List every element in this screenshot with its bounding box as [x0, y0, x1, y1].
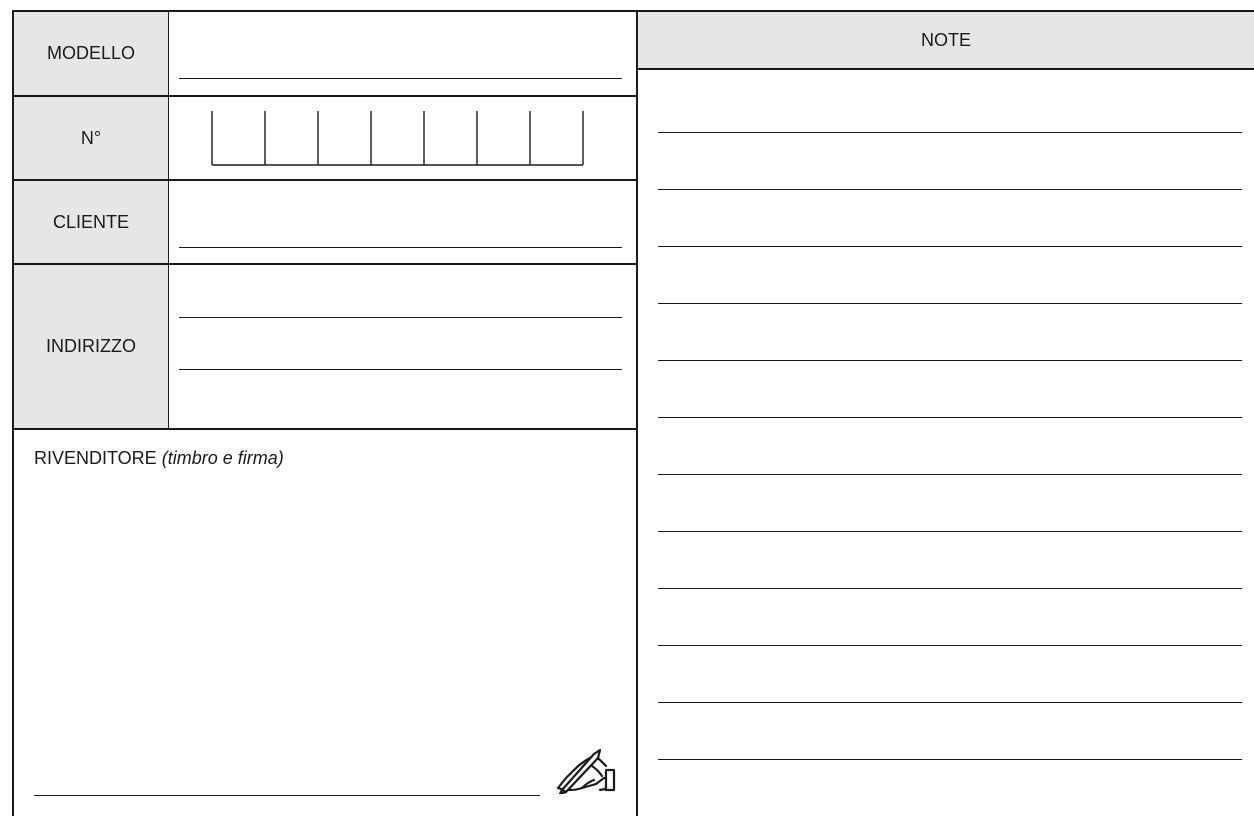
rivenditore-box[interactable]: RIVENDITORE (timbro e firma) — [12, 428, 638, 816]
serial-number-boxes[interactable] — [211, 109, 587, 167]
rivenditore-label: RIVENDITORE — [34, 448, 157, 468]
numero-label-cell: N° — [12, 95, 169, 181]
modello-line — [179, 78, 622, 79]
note-line — [658, 303, 1242, 304]
note-line — [658, 417, 1242, 418]
rivenditore-hint: (timbro e firma) — [161, 448, 284, 468]
note-line — [658, 531, 1242, 532]
note-line — [658, 702, 1242, 703]
note-line — [658, 645, 1242, 646]
notes-title: NOTE — [920, 29, 971, 50]
modello-field[interactable] — [168, 10, 638, 97]
indirizzo-line-2 — [179, 369, 622, 370]
rivenditore-label-row: RIVENDITORE (timbro e firma) — [34, 448, 284, 469]
note-line — [658, 759, 1242, 760]
modello-label: MODELLO — [46, 43, 136, 63]
signature-line — [34, 795, 540, 796]
note-line — [658, 360, 1242, 361]
indirizzo-field[interactable] — [168, 263, 638, 430]
note-line — [658, 588, 1242, 589]
numero-label: N° — [80, 127, 102, 148]
numero-field[interactable] — [168, 95, 638, 181]
indirizzo-label: INDIRIZZO — [46, 336, 136, 356]
cliente-label: CLIENTE — [52, 211, 130, 232]
modello-label-cell: MODELLO — [12, 10, 169, 97]
notes-lines[interactable] — [658, 70, 1242, 816]
note-line — [658, 132, 1242, 133]
indirizzo-line-1 — [179, 317, 622, 318]
note-line — [658, 189, 1242, 190]
indirizzo-label-cell: INDIRIZZO — [12, 263, 169, 430]
pen-writing-icon — [556, 748, 616, 794]
cliente-label-cell: CLIENTE — [12, 179, 169, 265]
notes-header: NOTE — [636, 10, 1254, 70]
cliente-line — [179, 247, 622, 248]
note-line — [658, 246, 1242, 247]
cliente-field[interactable] — [168, 179, 638, 265]
note-line — [658, 474, 1242, 475]
